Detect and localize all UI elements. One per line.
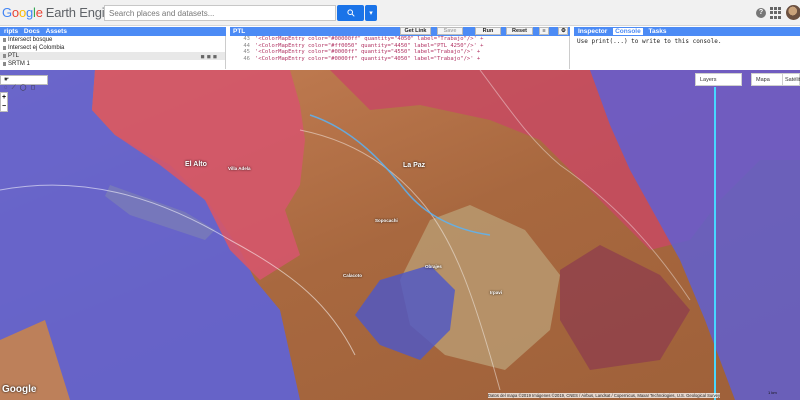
script-item-ptl-label: PTL: [8, 53, 20, 59]
terrain-overlay: [0, 70, 800, 400]
tab-inspector[interactable]: Inspector: [578, 28, 607, 35]
place-label-villa-adela: Villa Adela: [228, 166, 251, 171]
earth-engine-logo[interactable]: Google Earth Engine: [2, 5, 119, 20]
tab-docs[interactable]: Docs: [24, 28, 40, 35]
map-attribution: Datos del mapa ©2019 Imágenes ©2019, CNE…: [488, 393, 721, 398]
search-input[interactable]: Search places and datasets...: [104, 5, 336, 21]
tab-console[interactable]: Console: [613, 28, 643, 35]
code-options-icon[interactable]: ≡: [539, 27, 549, 35]
settings-gear-icon[interactable]: ⚙: [558, 27, 568, 35]
place-label-sopocachi: Sopocachi: [375, 218, 398, 223]
code-line: 46 '<ColorMapEntry color="#0000ff" quanti…: [243, 55, 481, 62]
layers-button[interactable]: Layers: [695, 73, 742, 86]
search-dropdown-button[interactable]: ▾: [365, 5, 377, 21]
place-label-obrajes: Obrajes: [425, 264, 442, 269]
place-label-calacoto: Calacoto: [343, 273, 363, 278]
workspace-panels: ripts Docs Assets Intersect bosque Inter…: [0, 27, 800, 69]
place-label-el-alto: El Alto: [185, 161, 207, 168]
top-bar: Google Earth Engine Search places and dat…: [0, 0, 800, 26]
apps-grid-icon[interactable]: [770, 7, 782, 19]
script-item-ptl[interactable]: PTL ◼◼◼: [0, 52, 225, 60]
place-label-la-paz: La Paz: [403, 162, 426, 169]
tab-tasks[interactable]: Tasks: [649, 28, 667, 35]
right-panel-tabs: Inspector Console Tasks: [574, 27, 800, 36]
script-item-intersect-colombia[interactable]: Intersect ej Colombia: [0, 44, 225, 52]
help-icon[interactable]: ?: [756, 8, 766, 18]
zoom-controls[interactable]: + −: [0, 92, 8, 112]
console-output: Use print(...) to write to this console.: [577, 38, 722, 45]
search-icon: [346, 9, 355, 17]
search-button[interactable]: [337, 5, 364, 21]
tab-assets[interactable]: Assets: [46, 28, 67, 35]
avatar[interactable]: [786, 5, 800, 20]
save-button[interactable]: Save: [437, 27, 463, 35]
script-item-intersect-bosque[interactable]: Intersect bosque: [0, 36, 225, 44]
run-button[interactable]: Run: [475, 27, 501, 35]
tab-ptl[interactable]: PTL: [233, 28, 245, 35]
map-scale: 1 km: [768, 390, 777, 395]
get-link-button[interactable]: Get Link: [400, 27, 431, 35]
code-editor[interactable]: 43 '<ColorMapEntry color="#00000ff" quant…: [230, 36, 570, 69]
place-label-irpavi: Irpavi: [490, 290, 503, 295]
left-panel-tabs: ripts Docs Assets: [0, 27, 226, 36]
reset-button[interactable]: Reset: [506, 27, 533, 35]
script-item-srtm[interactable]: SRTM 1: [0, 60, 225, 68]
script-list: Intersect bosque Intersect ej Colombia P…: [0, 36, 226, 69]
tab-scripts[interactable]: ripts: [4, 28, 18, 35]
code-editor-toolbar: PTL Get Link Save Run Reset ≡ ⚙: [230, 27, 570, 36]
google-watermark: Google: [2, 384, 37, 395]
map-type-satellite[interactable]: Satélite: [782, 73, 800, 86]
map-drawing-tools[interactable]: ☛◌⟋◯◻: [0, 75, 48, 91]
map-view[interactable]: ☛◌⟋◯◻ +− Layers Mapa Satélite La Paz Sop…: [0, 70, 800, 400]
